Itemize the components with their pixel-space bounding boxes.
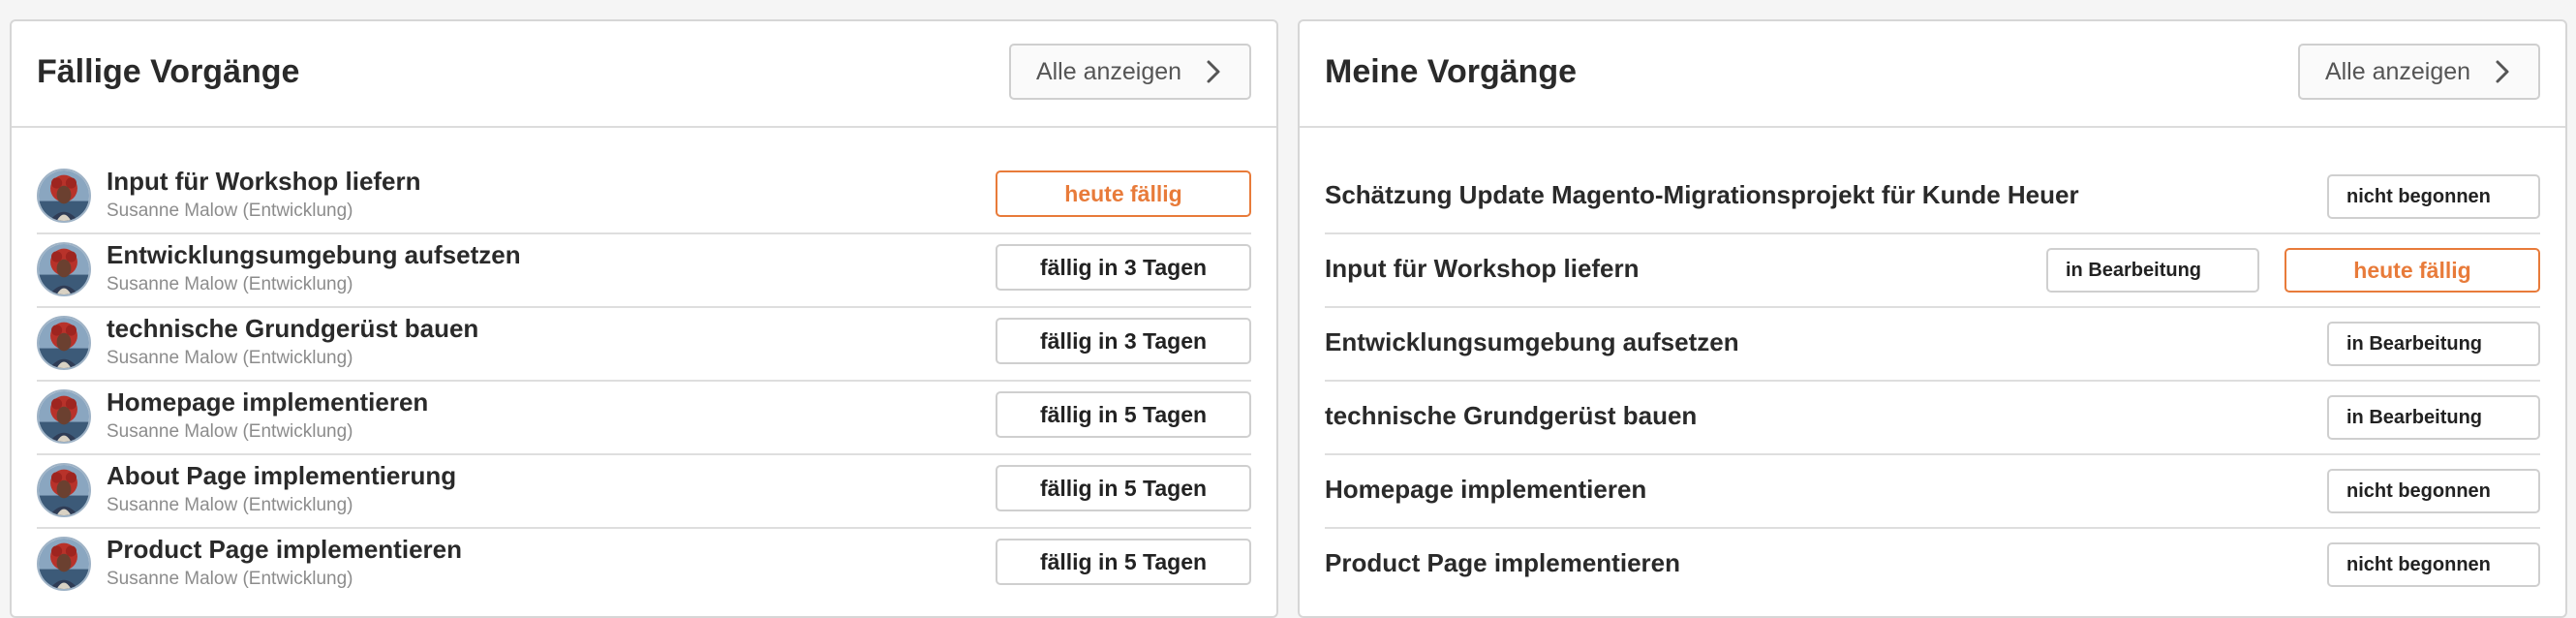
task-assignee: Susanne Malow (Entwicklung) <box>107 274 353 294</box>
panel-header: Meine Vorgänge Alle anzeigen <box>1300 21 2565 128</box>
task-row[interactable]: Product Page implementieren nicht begonne… <box>1325 529 2540 603</box>
task-title[interactable]: Homepage implementieren <box>107 387 428 417</box>
panel-title: Fällige Vorgänge <box>37 53 300 90</box>
task-title[interactable]: Product Page implementieren <box>1325 548 1680 578</box>
task-title[interactable]: Schätzung Update Magento-Migrationsproje… <box>1325 180 2079 210</box>
status-badge: in Bearbeitung <box>2046 248 2259 293</box>
task-assignee: Susanne Malow (Entwicklung) <box>107 348 353 368</box>
task-row[interactable]: Input für Workshop liefern Susanne Malow … <box>37 161 1251 234</box>
status-badge: in Bearbeitung <box>2327 322 2540 366</box>
due-badge: heute fällig <box>2285 248 2540 293</box>
avatar <box>37 537 91 591</box>
chevron-right-icon <box>1207 60 1220 83</box>
due-tasks-panel: Fällige Vorgänge Alle anzeigen Input für… <box>10 19 1278 618</box>
my-tasks-panel: Meine Vorgänge Alle anzeigen Schätzung U… <box>1298 19 2567 618</box>
task-row[interactable]: Schätzung Update Magento-Migrationsproje… <box>1325 161 2540 234</box>
task-title[interactable]: Entwicklungsumgebung aufsetzen <box>107 240 521 270</box>
show-all-label: Alle anzeigen <box>1035 57 1182 85</box>
avatar <box>37 316 91 370</box>
avatar <box>37 169 91 223</box>
chevron-right-icon <box>2496 60 2509 83</box>
panel-header: Fällige Vorgänge Alle anzeigen <box>12 21 1276 128</box>
status-badge: nicht begonnen <box>2327 469 2540 513</box>
due-badge: fällig in 5 Tagen <box>996 539 1251 585</box>
task-assignee: Susanne Malow (Entwicklung) <box>107 569 353 589</box>
task-row[interactable]: technische Grundgerüst bauen in Bearbeitu… <box>1325 382 2540 455</box>
due-badge: fällig in 3 Tagen <box>996 244 1251 291</box>
task-row[interactable]: About Page implementierung Susanne Malow … <box>37 455 1251 529</box>
avatar <box>37 242 91 296</box>
task-row[interactable]: Input für Workshop liefern in Bearbeitung… <box>1325 234 2540 308</box>
due-badge: fällig in 3 Tagen <box>996 318 1251 364</box>
status-badge: nicht begonnen <box>2327 174 2540 219</box>
avatar <box>37 463 91 517</box>
avatar <box>37 389 91 444</box>
due-badge: fällig in 5 Tagen <box>996 465 1251 511</box>
show-all-button[interactable]: Alle anzeigen <box>1009 44 1251 100</box>
task-title[interactable]: About Page implementierung <box>107 461 456 491</box>
task-row[interactable]: technische Grundgerüst bauen Susanne Malo… <box>37 308 1251 382</box>
task-row[interactable]: Product Page implementieren Susanne Malow… <box>37 529 1251 603</box>
task-title[interactable]: Product Page implementieren <box>107 535 462 565</box>
due-badge: heute fällig <box>996 170 1251 217</box>
task-assignee: Susanne Malow (Entwicklung) <box>107 421 353 442</box>
task-title[interactable]: Homepage implementieren <box>1325 475 1646 505</box>
task-assignee: Susanne Malow (Entwicklung) <box>107 201 353 221</box>
task-title[interactable]: Input für Workshop liefern <box>1325 254 1640 284</box>
task-row[interactable]: Homepage implementieren Susanne Malow (En… <box>37 382 1251 455</box>
task-row[interactable]: Entwicklungsumgebung aufsetzen in Bearbei… <box>1325 308 2540 382</box>
due-task-list: Input für Workshop liefern Susanne Malow … <box>12 161 1276 603</box>
task-title[interactable]: technische Grundgerüst bauen <box>107 314 478 344</box>
my-task-list: Schätzung Update Magento-Migrationsproje… <box>1300 161 2565 603</box>
status-badge: nicht begonnen <box>2327 542 2540 587</box>
show-all-button[interactable]: Alle anzeigen <box>2298 44 2540 100</box>
due-badge: fällig in 5 Tagen <box>996 391 1251 438</box>
task-row[interactable]: Entwicklungsumgebung aufsetzen Susanne Ma… <box>37 234 1251 308</box>
task-title[interactable]: technische Grundgerüst bauen <box>1325 401 1697 431</box>
task-assignee: Susanne Malow (Entwicklung) <box>107 495 353 515</box>
show-all-label: Alle anzeigen <box>2324 57 2471 85</box>
task-title[interactable]: Entwicklungsumgebung aufsetzen <box>1325 327 1739 357</box>
task-title[interactable]: Input für Workshop liefern <box>107 167 421 197</box>
task-row[interactable]: Homepage implementieren nicht begonnen <box>1325 455 2540 529</box>
status-badge: in Bearbeitung <box>2327 395 2540 440</box>
panel-title: Meine Vorgänge <box>1325 53 1578 90</box>
